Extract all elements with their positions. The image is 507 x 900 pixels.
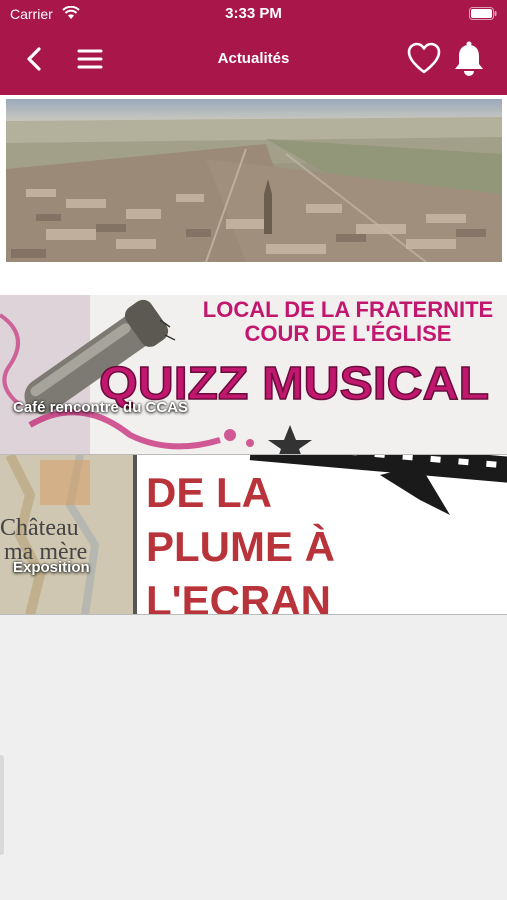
news-card-aerial[interactable]: [0, 95, 507, 295]
poster-line-de-la: DE LA: [146, 469, 272, 516]
favorites-button[interactable]: [406, 42, 442, 76]
news-card-exposition[interactable]: Château ma mère DE LA PLUME À L'ECRAN Ex…: [0, 455, 507, 615]
poster-line-cour: COUR DE L'ÉGLISE: [245, 321, 452, 346]
poster-line-ecran: L'ECRAN: [146, 577, 331, 615]
aerial-town-image: [6, 99, 502, 262]
battery-icon: [469, 7, 497, 20]
book-title-line-1: Château: [0, 515, 79, 541]
notifications-button[interactable]: [452, 40, 486, 78]
status-time: 3:33 PM: [225, 5, 282, 22]
exposition-poster-image: Château ma mère DE LA PLUME À L'ECRAN: [0, 455, 507, 615]
status-bar: Carrier 3:33 PM: [0, 0, 507, 28]
card-label-exposition: Exposition: [13, 559, 90, 576]
poster-line-local: LOCAL DE LA FRATERNITE: [203, 297, 493, 322]
bell-icon: [455, 41, 483, 76]
card-label-cafe: Café rencontre du CCAS: [13, 399, 189, 416]
news-card-cafe-rencontre[interactable]: LOCAL DE LA FRATERNITE COUR DE L'ÉGLISE …: [0, 295, 507, 455]
app-header: Carrier 3:33 PM Actualités: [0, 0, 507, 95]
poster-line-plume: PLUME À: [146, 523, 335, 570]
heart-icon: [407, 42, 441, 74]
side-drawer-handle[interactable]: [0, 755, 4, 855]
nav-bar: Actualités: [0, 28, 507, 95]
quizz-poster-image: LOCAL DE LA FRATERNITE COUR DE L'ÉGLISE …: [0, 295, 507, 454]
